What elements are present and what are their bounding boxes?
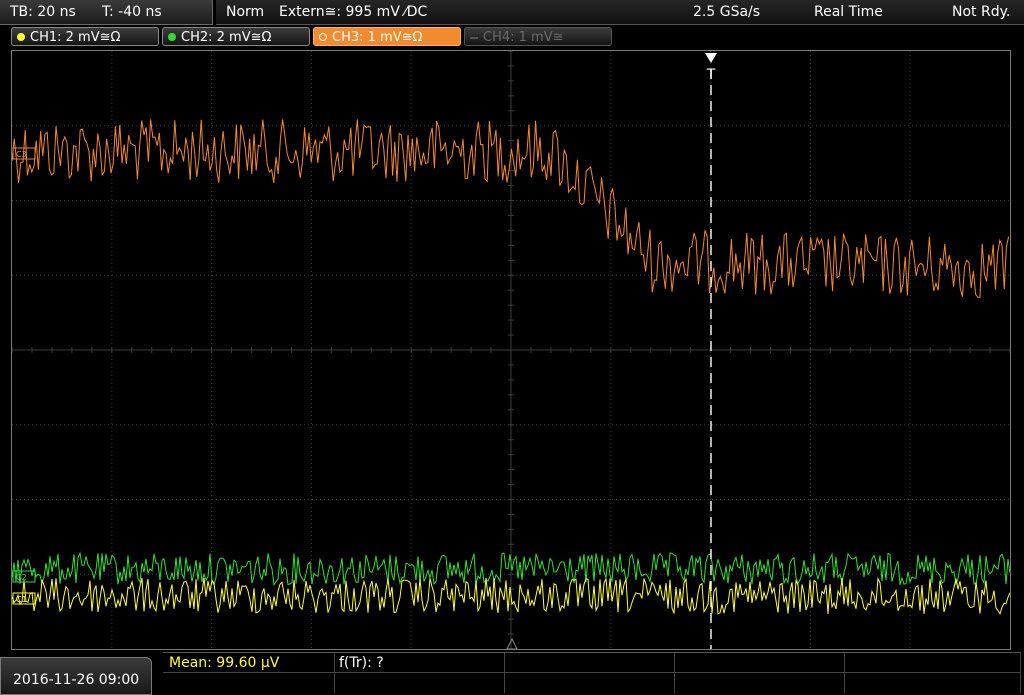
datetime-box[interactable]: 2016-11-26 09:00 <box>0 657 152 695</box>
tab-ch4-label: CH4: 1 mV≅ <box>483 30 564 45</box>
meas-cell-empty-1[interactable] <box>505 653 675 673</box>
ch3-offset-marker[interactable]: C3 <box>12 147 36 160</box>
tab-ch2[interactable]: CH2: 2 mV≅Ω <box>162 27 310 46</box>
ftr-measurement: f(Tr): ? <box>339 655 384 671</box>
tab-ch2-label: CH2: 2 mV≅Ω <box>181 30 272 45</box>
ch2-offset-label: C2 <box>16 573 27 582</box>
acquisition-mode: Real Time <box>814 4 883 20</box>
tab-ch1-label: CH1: 2 mV≅Ω <box>30 30 121 45</box>
meas-cell-empty-3[interactable] <box>845 653 1021 673</box>
meas-cell-row2-1[interactable] <box>163 673 335 693</box>
horizontal-position-icon[interactable] <box>506 637 518 649</box>
meas-cell-empty-2[interactable] <box>675 653 845 673</box>
ch3-offset-label: C3 <box>16 150 27 159</box>
timebase-box[interactable]: TB: 20 ns T: -40 ns <box>0 0 213 25</box>
ch1-offset-label: C1 <box>16 595 27 604</box>
meas-cell-row2-4[interactable] <box>675 673 845 693</box>
trigger-source: Extern≅: 995 mV ⁄DC <box>279 4 428 20</box>
ch1-dot-icon <box>17 33 25 41</box>
status-bar[interactable]: Norm Extern≅: 995 mV ⁄DC 2.5 GSa/s Real … <box>216 0 1024 25</box>
bottom-bar: 2016-11-26 09:00 Mean: 99.60 µV f(Tr): ? <box>0 652 1024 695</box>
datetime-label: 2016-11-26 09:00 <box>13 672 140 688</box>
waveform-canvas: T C3 C2 C1 <box>12 51 1010 649</box>
ch3-dot-icon <box>319 33 327 41</box>
meas-cell-mean[interactable]: Mean: 99.60 µV <box>163 653 335 673</box>
tab-ch3[interactable]: CH3: 1 mV≅Ω <box>313 27 461 46</box>
tab-ch3-label: CH3: 1 mV≅Ω <box>332 30 423 45</box>
ch1-offset-marker[interactable]: C1 <box>12 592 36 605</box>
meas-cell-row2-5[interactable] <box>845 673 1021 693</box>
ch4-dash-icon <box>470 37 478 39</box>
top-bar: TB: 20 ns T: -40 ns Norm Extern≅: 995 mV… <box>0 0 1024 26</box>
trigger-mode: Norm <box>226 4 265 20</box>
waveform-display[interactable]: T C3 C2 C1 <box>11 50 1011 650</box>
trigger-offset-label: T: -40 ns <box>102 4 162 20</box>
ch2-dot-icon <box>168 33 176 41</box>
sample-rate: 2.5 GSa/s <box>693 4 761 20</box>
tab-ch4[interactable]: CH4: 1 mV≅ <box>464 27 612 46</box>
meas-cell-ftr[interactable]: f(Tr): ? <box>335 653 505 673</box>
channel-tabs: CH1: 2 mV≅Ω CH2: 2 mV≅Ω CH3: 1 mV≅Ω CH4:… <box>0 26 1024 48</box>
mean-measurement: Mean: 99.60 µV <box>169 655 280 671</box>
trigger-marker-label: T <box>706 67 716 83</box>
measurement-panel[interactable]: Mean: 99.60 µV f(Tr): ? <box>163 652 1021 694</box>
ch3-trace <box>12 119 1010 298</box>
tab-ch1[interactable]: CH1: 2 mV≅Ω <box>11 27 159 46</box>
meas-cell-row2-3[interactable] <box>505 673 675 693</box>
run-state: Not Rdy. <box>952 4 1011 20</box>
meas-cell-row2-2[interactable] <box>335 673 505 693</box>
trigger-position-icon[interactable] <box>705 53 717 63</box>
timebase-label: TB: 20 ns <box>10 4 76 20</box>
